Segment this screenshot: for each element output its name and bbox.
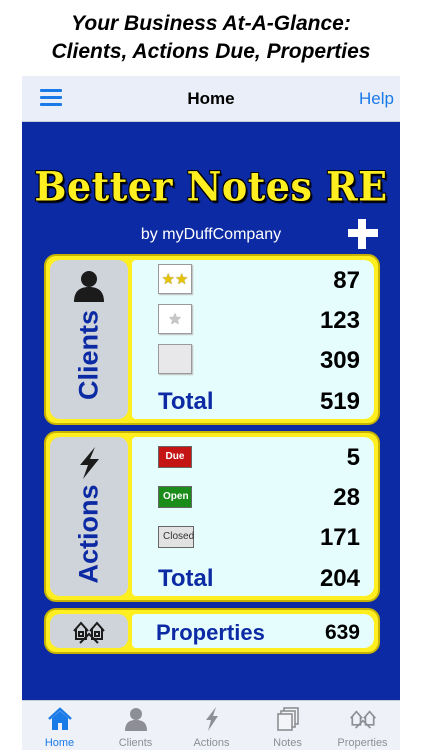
- caption-line-2: Clients, Actions Due, Properties: [51, 40, 371, 63]
- add-button[interactable]: [345, 216, 381, 252]
- tab-home-label: Home: [44, 737, 75, 749]
- properties-label: Properties: [156, 620, 265, 645]
- help-button[interactable]: Help: [359, 89, 394, 109]
- clients-label: Clients: [73, 310, 104, 401]
- houses-icon: [349, 710, 376, 729]
- clients-total-count: 519: [319, 388, 360, 415]
- clients-one-star-count: 123: [319, 307, 360, 334]
- clients-two-star-count: 87: [333, 267, 360, 294]
- no-star-badge[interactable]: [158, 344, 192, 374]
- tab-notes[interactable]: Notes: [250, 701, 325, 750]
- clients-panel: Clients ★ ★ 87 ★ 123 309 Total 519: [44, 254, 380, 425]
- clients-body: ★ ★ 87 ★ 123 309 Total 519: [132, 260, 374, 419]
- house-icon: [47, 707, 72, 730]
- gold-star-icon: ★: [161, 270, 175, 288]
- actions-total-count: 204: [319, 565, 360, 592]
- lightning-icon: [80, 447, 99, 479]
- tab-properties-label: Properties: [337, 737, 388, 749]
- nav-title: Home: [187, 89, 235, 108]
- tab-actions[interactable]: Actions: [174, 701, 249, 750]
- clients-row-no-star[interactable]: 309: [132, 340, 374, 380]
- actions-label: Actions: [73, 484, 104, 584]
- tab-clients-label: Clients: [118, 737, 153, 749]
- properties-side: [50, 614, 128, 648]
- navigation-bar: Home Help: [22, 76, 400, 122]
- tab-actions-label: Actions: [193, 737, 230, 749]
- clients-no-star-count: 309: [319, 347, 360, 374]
- lightning-icon: [205, 707, 218, 731]
- properties-body: Properties 639: [132, 614, 374, 648]
- two-star-badge[interactable]: ★ ★: [158, 264, 192, 294]
- clients-total-label: Total: [158, 388, 214, 415]
- actions-row-closed[interactable]: Closed 171: [132, 517, 374, 557]
- houses-icon: [73, 621, 105, 644]
- silver-star-icon: ★: [168, 310, 182, 328]
- tab-clients[interactable]: Clients: [98, 701, 173, 750]
- actions-side[interactable]: Actions: [50, 437, 128, 596]
- notes-stack-icon: [276, 707, 299, 731]
- clients-side[interactable]: Clients: [50, 260, 128, 419]
- clients-total-row[interactable]: Total 519: [132, 381, 374, 421]
- promo-caption: Your Business At-A-Glance: Clients, Acti…: [0, 10, 422, 66]
- actions-total-label: Total: [158, 565, 214, 592]
- actions-total-row[interactable]: Total 204: [132, 558, 374, 598]
- properties-panel[interactable]: Properties 639: [44, 608, 380, 654]
- closed-chip[interactable]: Closed: [158, 526, 194, 548]
- actions-body: Due 5 Open 28 Closed 171 Total 204: [132, 437, 374, 596]
- caption-line-1: Your Business At-A-Glance:: [71, 12, 351, 35]
- person-icon: [74, 271, 104, 302]
- one-star-badge[interactable]: ★: [158, 304, 192, 334]
- actions-panel: Actions Due 5 Open 28 Closed 171 Total 2…: [44, 431, 380, 602]
- tab-properties[interactable]: Properties: [325, 701, 400, 750]
- tab-bar: Home Clients Actions Notes Properties: [22, 700, 400, 750]
- properties-count: 639: [324, 621, 360, 644]
- clients-row-one-star[interactable]: ★ 123: [132, 300, 374, 340]
- due-chip[interactable]: Due: [158, 446, 192, 468]
- open-chip[interactable]: Open: [158, 486, 192, 508]
- actions-due-count: 5: [346, 444, 360, 471]
- actions-open-count: 28: [333, 484, 360, 511]
- app-byline: by myDuffCompany: [140, 226, 282, 243]
- actions-closed-count: 171: [319, 524, 360, 551]
- tab-home[interactable]: Home: [22, 701, 97, 750]
- app-title: Better Notes RE: [34, 162, 388, 211]
- gold-star-icon: ★: [175, 270, 189, 288]
- tab-notes-label: Notes: [273, 737, 302, 749]
- person-icon: [124, 708, 147, 731]
- actions-row-due[interactable]: Due 5: [132, 437, 374, 477]
- actions-row-open[interactable]: Open 28: [132, 477, 374, 517]
- clients-row-two-star[interactable]: ★ ★ 87: [132, 260, 374, 300]
- app-screen: Home Help Better Notes RE by myDuffCompa…: [22, 76, 400, 750]
